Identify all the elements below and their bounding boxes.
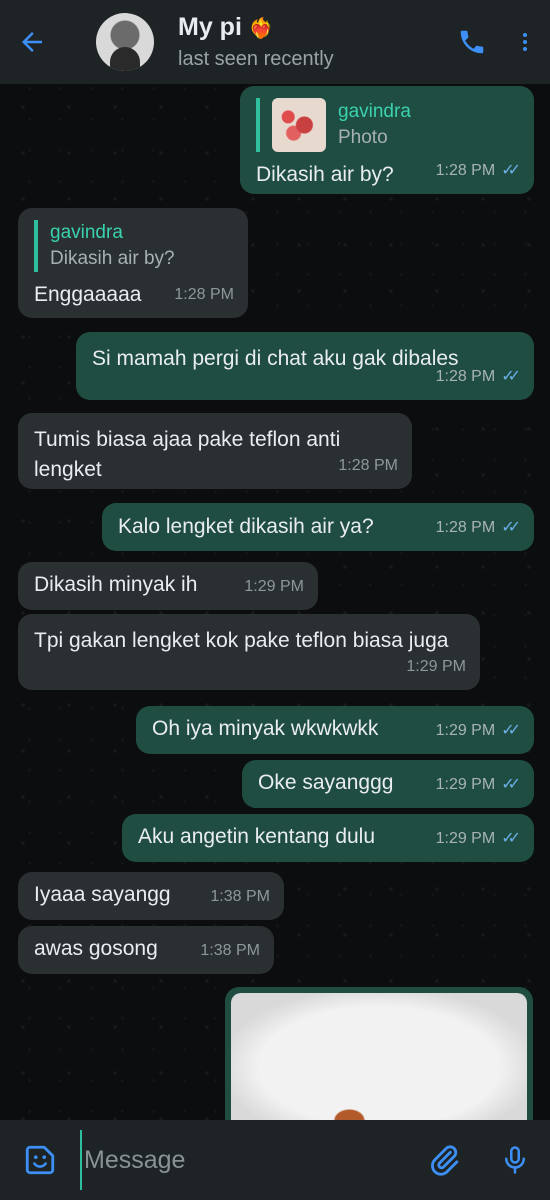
phone-icon <box>460 30 484 54</box>
more-options-button[interactable] <box>500 0 550 84</box>
chat-header: My pi ❤️‍🔥 last seen recently <box>0 0 550 84</box>
message-time: 1:28 PM <box>435 368 496 385</box>
heart-fire-emoji: ❤️‍🔥 <box>248 18 274 40</box>
chat-area[interactable]: gavindra Photo Dikasih air by? 1:28 PM ✓… <box>0 84 550 1120</box>
call-button[interactable] <box>444 0 500 84</box>
message-time: 1:28 PM <box>174 286 234 303</box>
read-receipt-icon: ✓✓ <box>501 162 521 179</box>
message-meta: 1:28 PM ✓✓ <box>435 362 521 392</box>
message-meta: 1:28 PM <box>174 280 234 310</box>
sticker-emoji-icon <box>25 1145 55 1175</box>
quote-author: gavindra <box>50 222 123 243</box>
message-bubble-outgoing[interactable]: Kalo lengket dikasih air ya? 1:28 PM ✓✓ <box>102 503 534 551</box>
message-bubble-incoming[interactable]: awas gosong 1:38 PM <box>18 926 274 974</box>
message-photo[interactable] <box>231 993 527 1120</box>
arrow-left-icon <box>22 32 42 52</box>
back-button[interactable] <box>0 0 64 84</box>
message-meta: 1:28 PM ✓✓ <box>435 513 521 543</box>
paperclip-icon <box>431 1145 459 1176</box>
message-meta: 1:29 PM ✓✓ <box>435 824 521 854</box>
message-time: 1:28 PM <box>435 162 496 179</box>
message-meta: 1:29 PM ✓✓ <box>435 770 521 800</box>
message-bubble-incoming[interactable]: Dikasih minyak ih 1:29 PM <box>18 562 318 610</box>
message-meta: 1:28 PM <box>338 451 398 481</box>
message-time: 1:38 PM <box>210 888 270 905</box>
message-meta: 1:38 PM <box>200 936 260 966</box>
last-seen-status: last seen recently <box>178 48 334 70</box>
message-meta: 1:29 PM <box>244 572 304 602</box>
contact-name: My pi ❤️‍🔥 <box>178 12 444 44</box>
quote-body: Photo <box>338 127 388 148</box>
message-meta: 1:29 PM <box>406 652 466 682</box>
message-bubble-photo[interactable] <box>225 987 533 1120</box>
message-bubble-incoming[interactable]: Tpi gakan lengket kok pake teflon biasa … <box>18 614 480 690</box>
message-bubble-outgoing[interactable]: Oh iya minyak wkwkwkk 1:29 PM ✓✓ <box>136 706 534 754</box>
read-receipt-icon: ✓✓ <box>501 368 521 385</box>
message-bubble-incoming[interactable]: gavindra Dikasih air by? Enggaaaaa 1:28 … <box>18 208 248 318</box>
message-bubble-outgoing[interactable]: Aku angetin kentang dulu 1:29 PM ✓✓ <box>122 814 534 862</box>
message-time: 1:29 PM <box>435 776 496 793</box>
quote-body: Dikasih air by? <box>50 248 175 269</box>
message-meta: 1:38 PM <box>210 882 270 912</box>
message-bubble-outgoing[interactable]: Oke sayanggg 1:29 PM ✓✓ <box>242 760 534 808</box>
message-time: 1:29 PM <box>244 578 304 595</box>
quote-author: gavindra <box>338 101 411 122</box>
message-text: Tpi gakan lengket kok pake teflon biasa … <box>34 629 449 652</box>
read-receipt-icon: ✓✓ <box>501 722 521 739</box>
attach-button[interactable] <box>408 1120 480 1200</box>
read-receipt-icon: ✓✓ <box>501 519 521 536</box>
contact-name-text: My pi <box>178 13 242 41</box>
message-time: 1:29 PM <box>435 722 496 739</box>
message-time: 1:38 PM <box>200 942 260 959</box>
avatar[interactable] <box>96 13 154 71</box>
quoted-photo-thumbnail <box>272 98 326 152</box>
message-time: 1:29 PM <box>406 658 466 675</box>
reply-quote[interactable]: gavindra Dikasih air by? <box>34 220 232 272</box>
more-vertical-icon <box>523 33 527 51</box>
message-meta: 1:29 PM ✓✓ <box>435 716 521 746</box>
read-receipt-icon: ✓✓ <box>501 830 521 847</box>
message-meta: 1:28 PM ✓✓ <box>435 156 521 186</box>
message-input-bar <box>0 1120 550 1200</box>
message-bubble-outgoing[interactable]: gavindra Photo Dikasih air by? 1:28 PM ✓… <box>240 86 534 194</box>
emoji-button[interactable] <box>0 1120 80 1200</box>
message-bubble-incoming[interactable]: Iyaaa sayangg 1:38 PM <box>18 872 284 920</box>
contact-info[interactable]: My pi ❤️‍🔥 last seen recently <box>178 12 444 72</box>
read-receipt-icon: ✓✓ <box>501 776 521 793</box>
message-time: 1:28 PM <box>435 519 496 536</box>
message-time: 1:28 PM <box>338 457 398 474</box>
microphone-icon <box>505 1146 525 1174</box>
message-bubble-incoming[interactable]: Tumis biasa ajaa pake teflon anti lengke… <box>18 413 412 489</box>
message-text: Kalo lengket dikasih air ya? <box>118 515 374 538</box>
voice-record-button[interactable] <box>480 1120 550 1200</box>
message-time: 1:29 PM <box>435 830 496 847</box>
message-input[interactable] <box>80 1130 408 1190</box>
message-bubble-outgoing[interactable]: Si mamah pergi di chat aku gak dibales 1… <box>76 332 534 400</box>
reply-quote[interactable]: gavindra Photo <box>256 98 518 152</box>
